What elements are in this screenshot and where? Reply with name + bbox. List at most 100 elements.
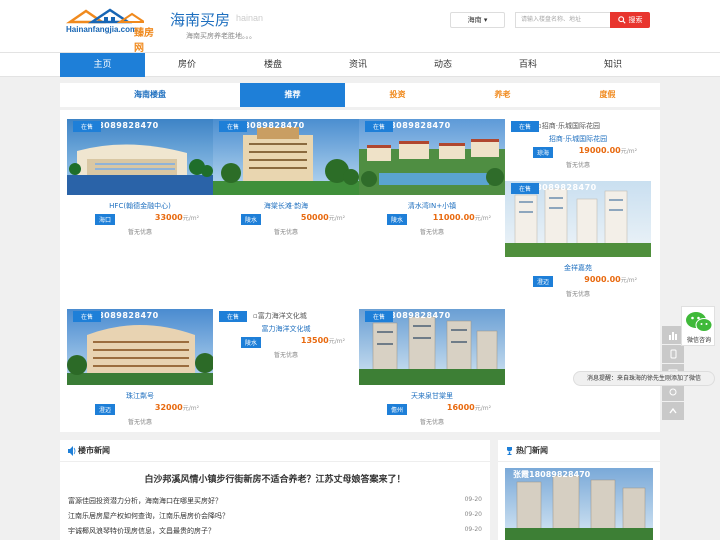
- promo-text: 暂无优惠: [419, 229, 444, 236]
- promo-text: 暂无优惠: [565, 162, 590, 169]
- news-headline[interactable]: 白沙邦溪风情小镇步行街新房不适合养老？江苏丈母娘答案来了！: [60, 472, 490, 485]
- back-to-top-button[interactable]: [662, 402, 684, 420]
- listing-card[interactable]: 在售 张霞18089828470 清水湾IN+小镇 陵水 11000.00元/m…: [359, 119, 505, 239]
- status-badge: 在售: [73, 311, 102, 322]
- listing-card[interactable]: 在售 张霞18089828470 金祥嘉苑 澄迈 9000.00元/m² 暂无优…: [505, 181, 651, 301]
- site-logo[interactable]: Hainanfangjia.com 臻房网: [64, 8, 162, 54]
- news-item[interactable]: 宇诚椰风浪琴特价现房信息，文昌最贵的房子？ 09-20: [68, 526, 482, 536]
- logo-url-text: Hainanfangjia.com: [66, 25, 138, 34]
- main-nav: 主页 房价 楼盘 资讯 动态 百科 知识: [0, 52, 720, 77]
- search-input[interactable]: 请输入楼盘名称、地址: [515, 12, 610, 28]
- listing-price: 16000元/m²: [446, 403, 491, 412]
- listing-price: 33000元/m²: [154, 213, 199, 222]
- listing-price: 32000元/m²: [154, 403, 199, 412]
- site-slogan: 海南买房养老胜地。。。: [186, 32, 256, 40]
- promo-text: 暂无优惠: [419, 419, 444, 426]
- site-pinyin: hainan: [236, 13, 264, 23]
- listing-name[interactable]: 天来泉甘棠里: [359, 391, 505, 401]
- nav-dynamics[interactable]: 动态: [413, 53, 473, 77]
- listing-name[interactable]: 金祥嘉苑: [505, 263, 651, 273]
- tab-hainan-properties[interactable]: 海南楼盘: [60, 83, 240, 107]
- listing-price: 13500元/m²: [300, 336, 345, 345]
- search-button-label: 搜索: [628, 16, 643, 24]
- listing-card[interactable]: 在售 ▫富力海洋文化城 富力海洋文化城 陵水 13500元/m² 暂无优惠: [213, 309, 359, 363]
- status-badge: 在售: [73, 121, 102, 132]
- promo-text: 暂无优惠: [127, 229, 152, 236]
- listing-card[interactable]: 在售 张霞18089828470 HFC(翰德金融中心) 海口 33000元/m…: [67, 119, 213, 239]
- search-button[interactable]: 搜索: [610, 12, 650, 28]
- section-title: 热门新闻: [516, 446, 548, 455]
- logo-brand-text: 臻房网: [134, 28, 154, 54]
- area-badge: 海口: [95, 214, 116, 225]
- wechat-consult-button[interactable]: 微信咨询: [681, 306, 715, 346]
- nav-wiki[interactable]: 百科: [498, 53, 558, 77]
- broken-image-alt[interactable]: ▫招商·乐城国际花园: [537, 121, 600, 131]
- search-icon: [617, 16, 626, 24]
- section-title: 楼市新闻: [78, 446, 110, 455]
- status-badge: 在售: [511, 183, 540, 194]
- listing-name[interactable]: 富力海洋文化城: [213, 324, 359, 334]
- notification-toast: 消息提醒：来自珠海的徐先生刚添加了微信: [573, 371, 715, 386]
- nav-knowledge[interactable]: 知识: [583, 53, 643, 77]
- section-header: 楼市新闻: [60, 440, 490, 462]
- tab-recommended[interactable]: 推荐: [240, 83, 345, 107]
- tab-vacation[interactable]: 度假: [555, 83, 660, 107]
- listing-name[interactable]: 清水湾IN+小镇: [359, 201, 505, 211]
- area-badge: 儋州: [387, 404, 408, 415]
- section-header: 热门新闻: [498, 440, 660, 462]
- nav-news[interactable]: 资讯: [328, 53, 388, 77]
- hot-news-photo[interactable]: 张霞18089828470: [505, 468, 653, 540]
- trophy-icon: [507, 447, 512, 455]
- tab-investment[interactable]: 投资: [345, 83, 450, 107]
- listing-price: 9000.00元/m²: [584, 275, 637, 284]
- news-item[interactable]: 富源佳园投资潜力分析，海南海口在哪里买房好？ 09-20: [68, 496, 482, 506]
- phone-icon: [670, 349, 677, 359]
- status-badge: 在售: [365, 121, 394, 132]
- site-title: 海南买房: [170, 11, 231, 29]
- status-badge: 在售: [511, 121, 540, 132]
- listing-card[interactable]: 在售 张霞18089828470 珠江粼号 澄迈 32000元/m² 暂无优惠: [67, 309, 213, 429]
- nav-price[interactable]: 房价: [157, 53, 217, 77]
- news-item[interactable]: 江南乐居房屋产权如何查询，江南乐居房价会降吗？ 09-20: [68, 511, 482, 521]
- status-badge: 在售: [365, 311, 394, 322]
- listing-card[interactable]: 在售 ▫招商·乐城国际花园 招商·乐城国际花园 琼海 19000.00元/m² …: [505, 119, 651, 173]
- listing-name[interactable]: 招商·乐城国际花园: [505, 134, 651, 144]
- area-badge: 琼海: [533, 147, 554, 158]
- promo-text: 暂无优惠: [273, 229, 298, 236]
- promo-text: 暂无优惠: [273, 352, 298, 359]
- listing-price: 11000.00元/m²: [432, 213, 491, 222]
- watermark-text: 张霞18089828470: [513, 470, 591, 479]
- promo-text: 暂无优惠: [127, 419, 152, 426]
- listing-name[interactable]: HFC(翰德金融中心): [67, 201, 213, 211]
- listing-name[interactable]: 海棠长滩·韵海: [213, 201, 359, 211]
- area-badge: 澄迈: [95, 404, 116, 415]
- status-badge: 在售: [219, 311, 248, 322]
- area-badge: 陵水: [241, 214, 262, 225]
- listing-price: 50000元/m²: [300, 213, 345, 222]
- wechat-icon: [686, 312, 713, 332]
- listing-card[interactable]: 在售 张霞18089828470 天来泉甘棠里 儋州 16000元/m² 暂无优…: [359, 309, 505, 429]
- listing-name[interactable]: 珠江粼号: [67, 391, 213, 401]
- bar-chart-icon: [669, 332, 677, 340]
- wechat-label: 微信咨询: [686, 337, 711, 344]
- category-tabs: 海南楼盘 推荐 投资 养老 度假: [60, 83, 660, 107]
- tab-retirement[interactable]: 养老: [450, 83, 555, 107]
- houses-logo-icon: [65, 8, 144, 24]
- area-badge: 陵水: [387, 214, 408, 225]
- area-badge: 澄迈: [533, 276, 554, 287]
- hot-news-section: 热门新闻 张霞18089828470: [498, 440, 660, 540]
- nav-home[interactable]: 主页: [60, 53, 145, 77]
- listings-panel: 在售 张霞18089828470 HFC(翰德金融中心) 海口 33000元/m…: [60, 110, 660, 432]
- area-badge: 陵水: [241, 337, 262, 348]
- nav-properties[interactable]: 楼盘: [243, 53, 303, 77]
- share-icon: [669, 388, 677, 396]
- broken-image-alt[interactable]: ▫富力海洋文化城: [253, 311, 307, 321]
- chevron-up-icon: [669, 407, 677, 414]
- phone-tool-button[interactable]: [662, 345, 684, 363]
- city-select[interactable]: 海南 ▾: [450, 12, 505, 28]
- listing-card[interactable]: 在售 张霞18089828470 海棠长滩·韵海 陵水 50000元/m² 暂无…: [213, 119, 359, 239]
- market-news-section: 楼市新闻 白沙邦溪风情小镇步行街新房不适合养老？江苏丈母娘答案来了！ 富源佳园投…: [60, 440, 490, 540]
- listing-price: 19000.00元/m²: [578, 146, 637, 155]
- status-badge: 在售: [219, 121, 248, 132]
- promo-text: 暂无优惠: [565, 291, 590, 298]
